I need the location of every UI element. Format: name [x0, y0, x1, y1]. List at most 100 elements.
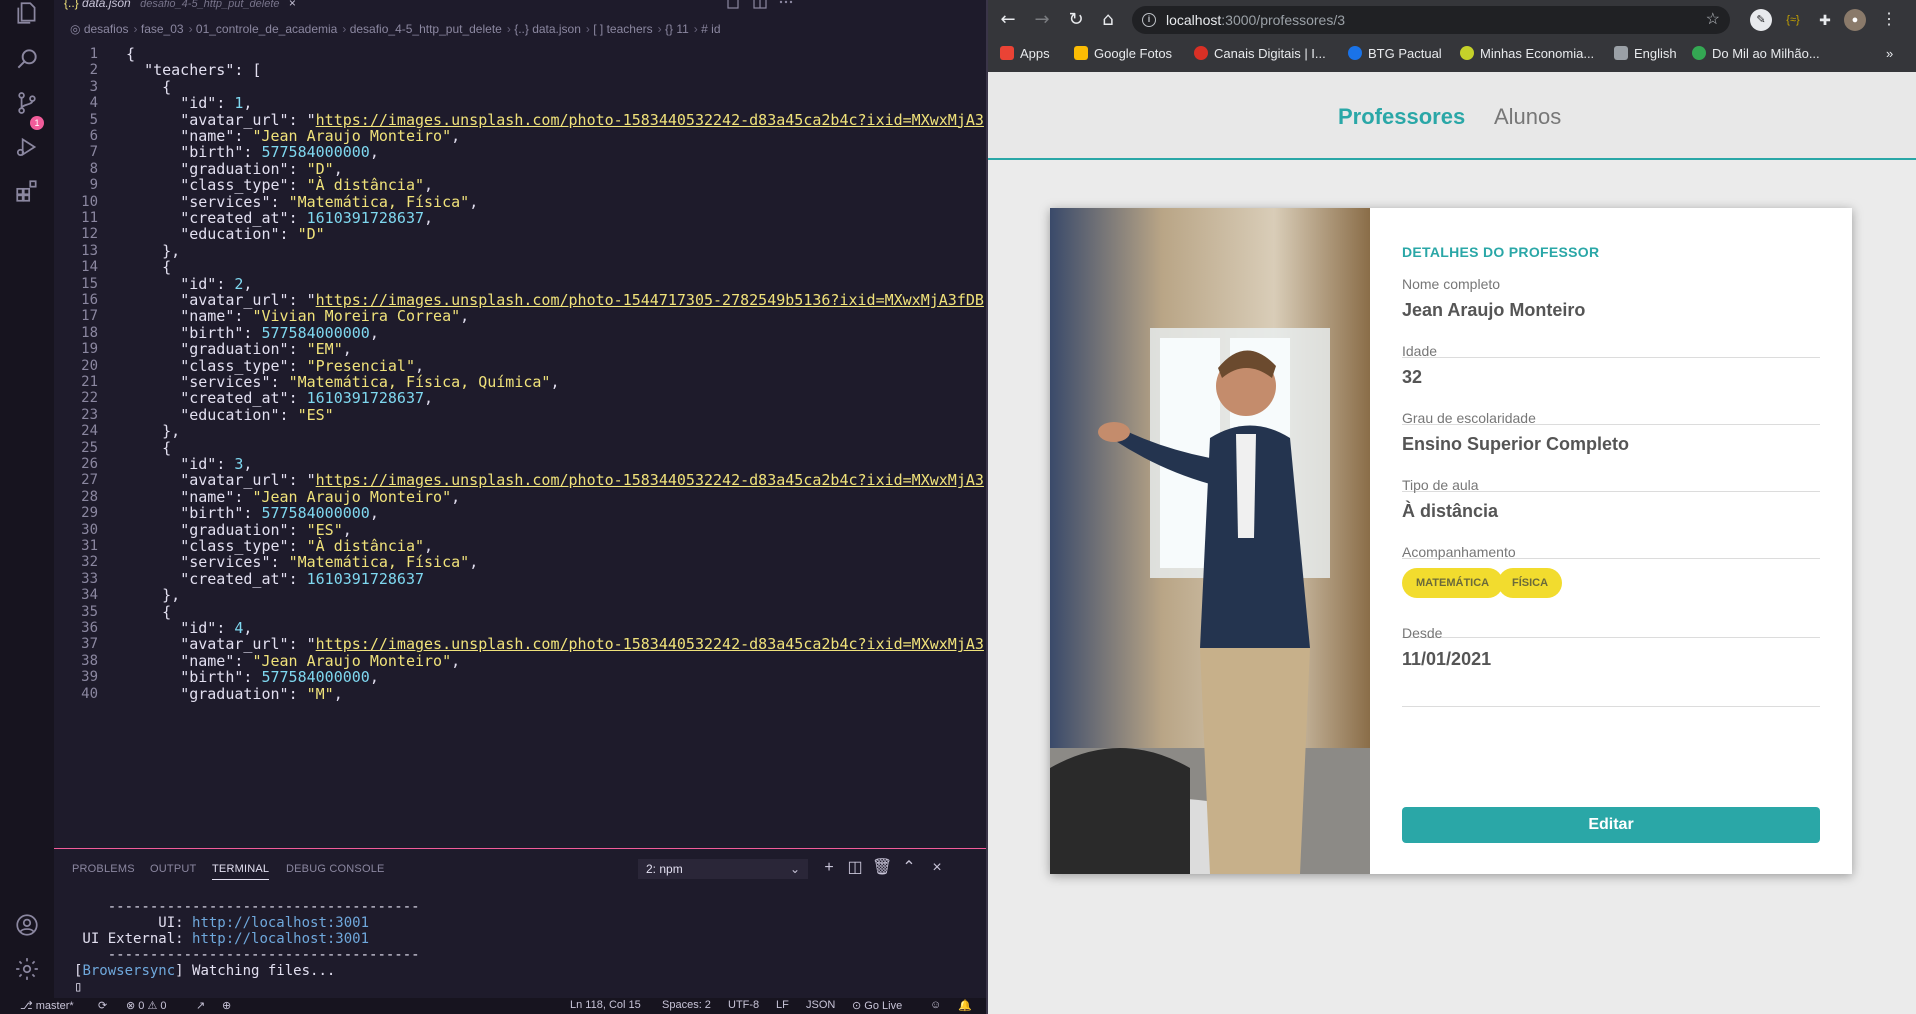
breadcrumb-item[interactable]: # id [701, 22, 720, 36]
close-panel-icon[interactable]: × [928, 859, 946, 877]
sync-icon[interactable]: ⟳ [98, 999, 107, 1012]
terminal-cursor: ▯ [74, 979, 83, 995]
terminal-line: ------------------------------------- [107, 899, 420, 915]
puzzle-icon[interactable]: ✚ [1814, 9, 1836, 31]
indentation[interactable]: Spaces: 2 [662, 999, 711, 1011]
branch-status[interactable]: ⎇ master* [20, 999, 74, 1012]
nav-alunos[interactable]: Alunos [1494, 104, 1561, 130]
site-header: Professores Alunos [988, 72, 1916, 160]
edit-button[interactable]: Editar [1402, 807, 1820, 843]
extensions-icon[interactable] [14, 178, 40, 204]
bookmark-english[interactable]: English [1614, 46, 1677, 61]
files-icon[interactable] [14, 0, 40, 26]
breadcrumb: ◎ desafios › fase_03 › 01_controle_de_acad… [70, 22, 721, 36]
field-acompanhamento: Acompanhamento MATEMÁTICA FÍSICA [1402, 544, 1820, 638]
tab-problems[interactable]: PROBLEMS [72, 863, 135, 875]
more-bookmarks-icon[interactable]: » [1886, 46, 1893, 61]
source-control-icon[interactable] [14, 90, 40, 116]
tab-output[interactable]: OUTPUT [150, 863, 196, 875]
settings-gear-icon[interactable] [14, 956, 40, 982]
terminal-line: ------------------------------------- [107, 947, 420, 963]
back-icon[interactable]: ← [996, 8, 1020, 32]
terminal-select-value: 2: npm [646, 862, 683, 876]
json-file-icon: {..} [64, 0, 79, 10]
terminal-select[interactable]: 2: npm ⌄ [638, 859, 808, 879]
forward-icon[interactable]: → [1030, 8, 1054, 32]
close-tab-icon[interactable]: × [289, 0, 296, 10]
terminal-line: UI External: http://localhost:3001 [74, 931, 370, 947]
new-terminal-icon[interactable]: + [820, 859, 838, 877]
field-value: 11/01/2021 [1402, 649, 1492, 669]
field-label: Acompanhamento [1402, 544, 1516, 560]
account-icon[interactable] [14, 912, 40, 938]
breadcrumb-item[interactable]: fase_03 [141, 22, 184, 36]
globe-icon[interactable]: ⊕ [222, 999, 231, 1012]
cursor-position[interactable]: Ln 118, Col 15 [570, 999, 641, 1011]
terminal-line: [Browsersync] Watching files... [74, 963, 336, 979]
service-tag: FÍSICA [1498, 568, 1563, 598]
teacher-card: DETALHES DO PROFESSOR Nome completo Jean… [1050, 208, 1852, 874]
tab-debug-console[interactable]: DEBUG CONSOLE [286, 863, 385, 875]
trash-icon[interactable]: 🗑 [872, 859, 892, 877]
address-bar[interactable]: i localhost:3000/professores/3 ☆ [1132, 6, 1730, 34]
eol[interactable]: LF [776, 999, 789, 1011]
code-editor[interactable]: 1{2 "teachers": [3 {4 "id": 1, 5 "avatar_… [54, 42, 986, 848]
avatar[interactable]: ● [1844, 9, 1866, 31]
language-mode[interactable]: JSON [806, 999, 835, 1011]
field-label: Grau de escolaridade [1402, 410, 1536, 426]
problems-status[interactable]: ⊗ 0 ⚠ 0 [126, 999, 166, 1012]
bookmark-do-mil-ao-milhao[interactable]: Do Mil ao Milhão... [1692, 46, 1820, 61]
web-page: Professores Alunos DETALHES DO PROFESSOR… [988, 72, 1916, 1014]
btg-icon [1348, 46, 1362, 60]
breadcrumb-item[interactable]: 01_controle_de_academia [196, 22, 337, 36]
field-value: 32 [1402, 367, 1423, 387]
breadcrumb-item[interactable]: [ ] teachers [593, 22, 652, 36]
bottom-panel: PROBLEMS OUTPUT TERMINAL DEBUG CONSOLE 2… [54, 848, 986, 998]
nav-professores[interactable]: Professores [1338, 104, 1465, 130]
tab-terminal[interactable]: TERMINAL [212, 863, 270, 880]
bookmark-minhas-economias[interactable]: Minhas Economia... [1460, 46, 1594, 61]
field-label: Desde [1402, 625, 1443, 641]
go-live-button[interactable]: ⊙ Go Live [852, 999, 902, 1012]
search-icon[interactable] [14, 46, 40, 72]
bookmark-canais-digitais[interactable]: Canais Digitais | I... [1194, 46, 1326, 61]
bookmark-google-fotos[interactable]: Google Fotos [1074, 46, 1172, 61]
details-title: DETALHES DO PROFESSOR [1402, 244, 1600, 260]
live-share-icon[interactable]: ↗ [196, 999, 205, 1012]
split-terminal-icon[interactable]: ◫ [846, 859, 864, 877]
chrome-toolbar: ← → ↻ ⌂ i localhost:3000/professores/3 ☆… [988, 0, 1916, 72]
maximize-panel-icon[interactable]: ⌃ [900, 859, 918, 877]
menu-icon[interactable]: ⋮ [1878, 9, 1900, 31]
editor-tab-data-json[interactable]: {..} data.json desafio_4-5_http_put_dele… [64, 0, 296, 10]
terminal-line: UI: http://localhost:3001 [74, 915, 370, 931]
folder-icon [1614, 46, 1628, 60]
run-debug-icon[interactable] [14, 134, 40, 160]
bell-icon[interactable]: 🔔 [958, 999, 972, 1012]
activity-bar: 1 [0, 0, 54, 1014]
split-editor-icon[interactable] [752, 0, 768, 10]
teacher-photo [1050, 208, 1370, 874]
breadcrumb-item[interactable]: {} 11 [665, 22, 689, 36]
breadcrumb-item[interactable]: desafios [84, 22, 129, 36]
canais-digitais-icon [1194, 46, 1208, 60]
service-tag: MATEMÁTICA [1402, 568, 1504, 598]
bookmark-apps[interactable]: Apps [1000, 46, 1050, 61]
breadcrumb-item[interactable]: {..} data.json [514, 22, 581, 36]
extension-icon[interactable]: ✎ [1750, 9, 1772, 31]
breadcrumb-item[interactable]: desafio_4-5_http_put_delete [350, 22, 502, 36]
line-number: 40 [81, 685, 98, 702]
feedback-icon[interactable]: ☺ [930, 999, 941, 1011]
bookmark-star-icon[interactable]: ☆ [1706, 6, 1720, 34]
more-actions-icon[interactable] [778, 0, 794, 10]
open-changes-icon[interactable] [726, 0, 742, 10]
field-value: Jean Araujo Monteiro [1402, 300, 1586, 320]
bookmark-btg-pactual[interactable]: BTG Pactual [1348, 46, 1442, 61]
field-label: Idade [1402, 343, 1438, 359]
folder-icon: ◎ [70, 22, 84, 36]
json-viewer-icon[interactable]: {≈} [1782, 9, 1804, 31]
home-icon[interactable]: ⌂ [1096, 8, 1120, 32]
reload-icon[interactable]: ↻ [1064, 8, 1088, 32]
info-icon[interactable]: i [1142, 13, 1156, 27]
encoding[interactable]: UTF-8 [728, 999, 759, 1011]
scm-badge: 1 [30, 116, 44, 130]
